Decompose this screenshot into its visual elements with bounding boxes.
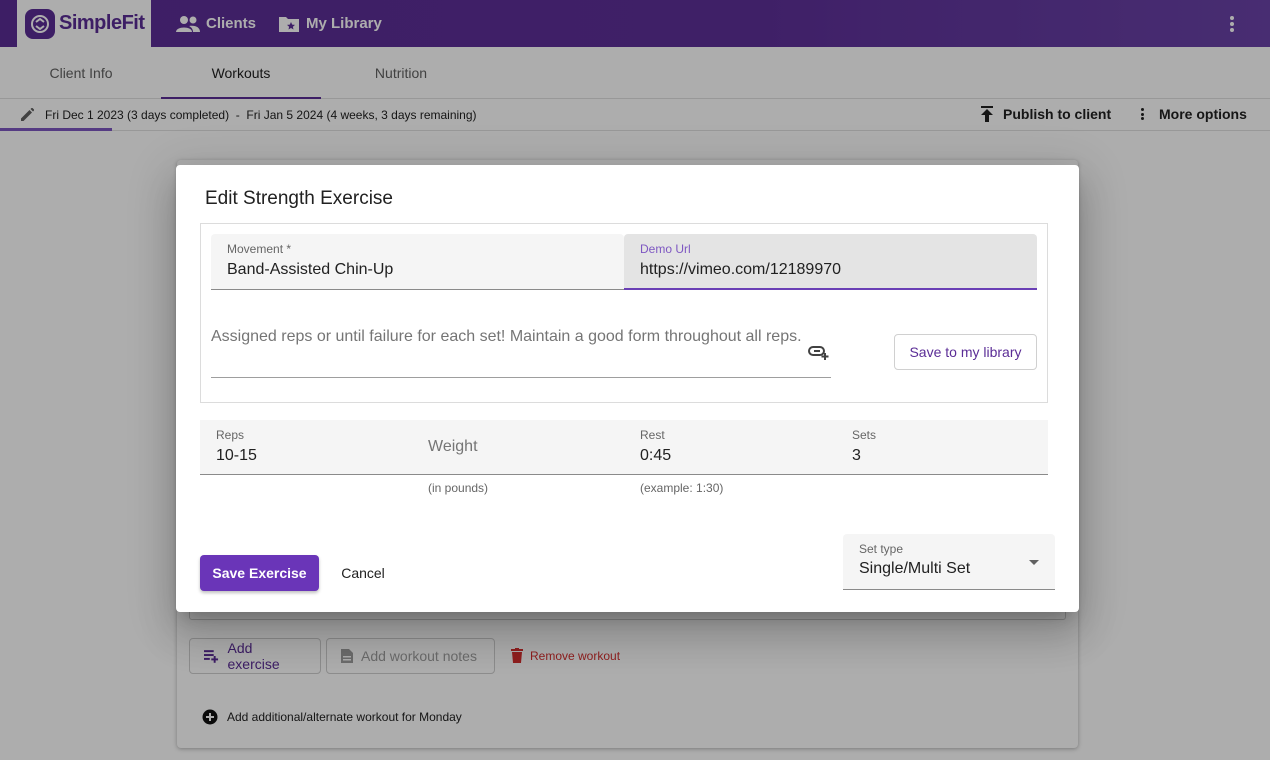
demo-url-field[interactable]: Demo Url https://vimeo.com/12189970 bbox=[624, 234, 1037, 290]
cancel-button[interactable]: Cancel bbox=[328, 555, 398, 591]
set-type-label: Set type bbox=[859, 542, 904, 556]
rest-hint: (example: 1:30) bbox=[640, 481, 724, 495]
notes-underline bbox=[211, 377, 831, 378]
rest-value: 0:45 bbox=[640, 447, 672, 464]
rest-label: Rest bbox=[640, 428, 665, 442]
reps-value: 10-15 bbox=[216, 447, 257, 464]
set-type-select[interactable]: Set type Single/Multi Set bbox=[843, 534, 1055, 590]
dialog-title: Edit Strength Exercise bbox=[205, 188, 393, 209]
edit-exercise-dialog: Edit Strength Exercise Movement * Band-A… bbox=[176, 165, 1079, 612]
rest-field[interactable]: Rest 0:45 bbox=[624, 420, 836, 475]
movement-field[interactable]: Movement * Band-Assisted Chin-Up bbox=[211, 234, 624, 290]
demo-url-value: https://vimeo.com/12189970 bbox=[640, 261, 842, 278]
sets-field[interactable]: Sets 3 bbox=[836, 420, 1048, 475]
save-to-library-button[interactable]: Save to my library bbox=[894, 334, 1037, 370]
sets-label: Sets bbox=[852, 428, 877, 442]
weight-hint: (in pounds) bbox=[428, 481, 489, 495]
movement-value: Band-Assisted Chin-Up bbox=[227, 261, 394, 278]
add-link-icon[interactable] bbox=[808, 344, 830, 360]
exercise-notes-input[interactable]: Assigned reps or until failure for each … bbox=[211, 325, 831, 349]
save-exercise-button[interactable]: Save Exercise bbox=[200, 555, 319, 591]
set-type-value: Single/Multi Set bbox=[859, 560, 971, 577]
weight-placeholder: Weight bbox=[428, 438, 478, 455]
reps-label: Reps bbox=[216, 428, 245, 442]
movement-label: Movement * bbox=[227, 242, 292, 256]
weight-field[interactable]: Weight bbox=[412, 420, 624, 475]
sets-value: 3 bbox=[852, 447, 861, 464]
reps-field[interactable]: Reps 10-15 bbox=[200, 420, 412, 475]
demo-url-label: Demo Url bbox=[640, 242, 691, 256]
dropdown-arrow-icon bbox=[1029, 560, 1039, 565]
